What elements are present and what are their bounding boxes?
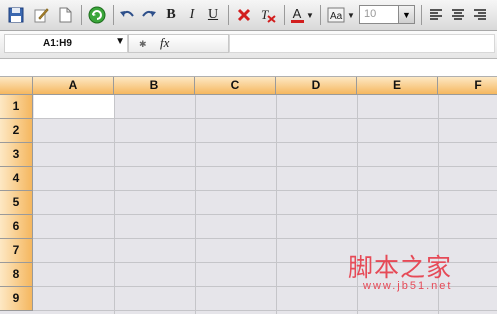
edit-icon[interactable] (30, 5, 52, 25)
toolbar-separator (81, 5, 82, 25)
grid-line (276, 95, 277, 314)
column-header-c[interactable]: C (195, 77, 276, 95)
align-left-icon[interactable] (426, 5, 446, 25)
column-header-e[interactable]: E (357, 77, 438, 95)
underline-button[interactable]: U (204, 5, 222, 25)
function-icon[interactable]: fx (160, 35, 169, 51)
row-header-8[interactable]: 8 (0, 263, 33, 287)
watermark-url: www.jb51.net (363, 280, 453, 292)
grid-line (195, 95, 196, 314)
new-document-icon[interactable] (54, 5, 76, 25)
refresh-icon[interactable] (85, 5, 109, 25)
cancel-icon[interactable]: ✱ (139, 39, 147, 50)
select-all-corner[interactable] (0, 77, 33, 95)
font-size-value: 10 (364, 8, 377, 20)
row-header-4[interactable]: 4 (0, 167, 33, 191)
font-color-dropdown-icon[interactable]: ▼ (305, 5, 315, 25)
toolbar: B I U T A ▼ Aa ▼ 10 ▼ (0, 0, 497, 31)
grid-line (33, 238, 497, 239)
font-size-select[interactable]: 10 ▼ (359, 5, 415, 24)
formula-bar: A1:H9 ▼ ✱ fx (0, 31, 497, 59)
svg-text:T: T (261, 7, 269, 22)
status-strip (0, 59, 497, 77)
font-color-swatch (290, 20, 304, 23)
svg-text:Aa: Aa (330, 11, 343, 22)
grid-line (33, 190, 497, 191)
toolbar-separator (320, 5, 321, 25)
grid-line (33, 166, 497, 167)
grid-line (33, 142, 497, 143)
toolbar-separator (284, 5, 285, 25)
text-style-icon[interactable]: Aa (325, 5, 347, 25)
cell-reference-box[interactable]: A1:H9 ▼ (4, 34, 128, 53)
column-header-b[interactable]: B (114, 77, 195, 95)
grid-line (33, 118, 497, 119)
chevron-down-icon[interactable]: ▼ (398, 6, 414, 23)
align-right-icon[interactable] (470, 5, 490, 25)
undo-icon[interactable] (117, 5, 137, 25)
chevron-down-icon[interactable]: ▼ (115, 36, 125, 47)
row-header-1[interactable]: 1 (0, 95, 33, 119)
italic-button[interactable]: I (183, 5, 201, 25)
watermark-title: 脚本之家 (348, 253, 453, 282)
row-header-7[interactable]: 7 (0, 239, 33, 263)
grid-line (33, 214, 497, 215)
clear-format-icon[interactable]: T (257, 5, 279, 25)
active-cell-a1[interactable] (34, 95, 114, 118)
font-color-label: A (292, 6, 302, 21)
grid-line (114, 95, 115, 314)
save-icon[interactable] (5, 5, 27, 25)
row-header-5[interactable]: 5 (0, 191, 33, 215)
row-header-2[interactable]: 2 (0, 119, 33, 143)
row-header-3[interactable]: 3 (0, 143, 33, 167)
redo-icon[interactable] (139, 5, 159, 25)
align-center-icon[interactable] (448, 5, 468, 25)
toolbar-separator (421, 5, 422, 25)
bold-button[interactable]: B (162, 5, 180, 25)
column-header-a[interactable]: A (33, 77, 114, 95)
cell-reference: A1:H9 (43, 38, 72, 49)
text-style-dropdown-icon[interactable]: ▼ (347, 5, 355, 25)
toolbar-separator (113, 5, 114, 25)
row-header-6[interactable]: 6 (0, 215, 33, 239)
toolbar-separator (228, 5, 229, 25)
formula-input[interactable] (229, 34, 495, 53)
column-header-f[interactable]: F (438, 77, 497, 95)
delete-icon[interactable] (234, 5, 254, 25)
grid-line (33, 310, 497, 311)
column-header-d[interactable]: D (276, 77, 357, 95)
function-area: ✱ fx (128, 34, 229, 53)
font-color-button[interactable]: A (289, 5, 305, 25)
row-header-9[interactable]: 9 (0, 287, 33, 311)
